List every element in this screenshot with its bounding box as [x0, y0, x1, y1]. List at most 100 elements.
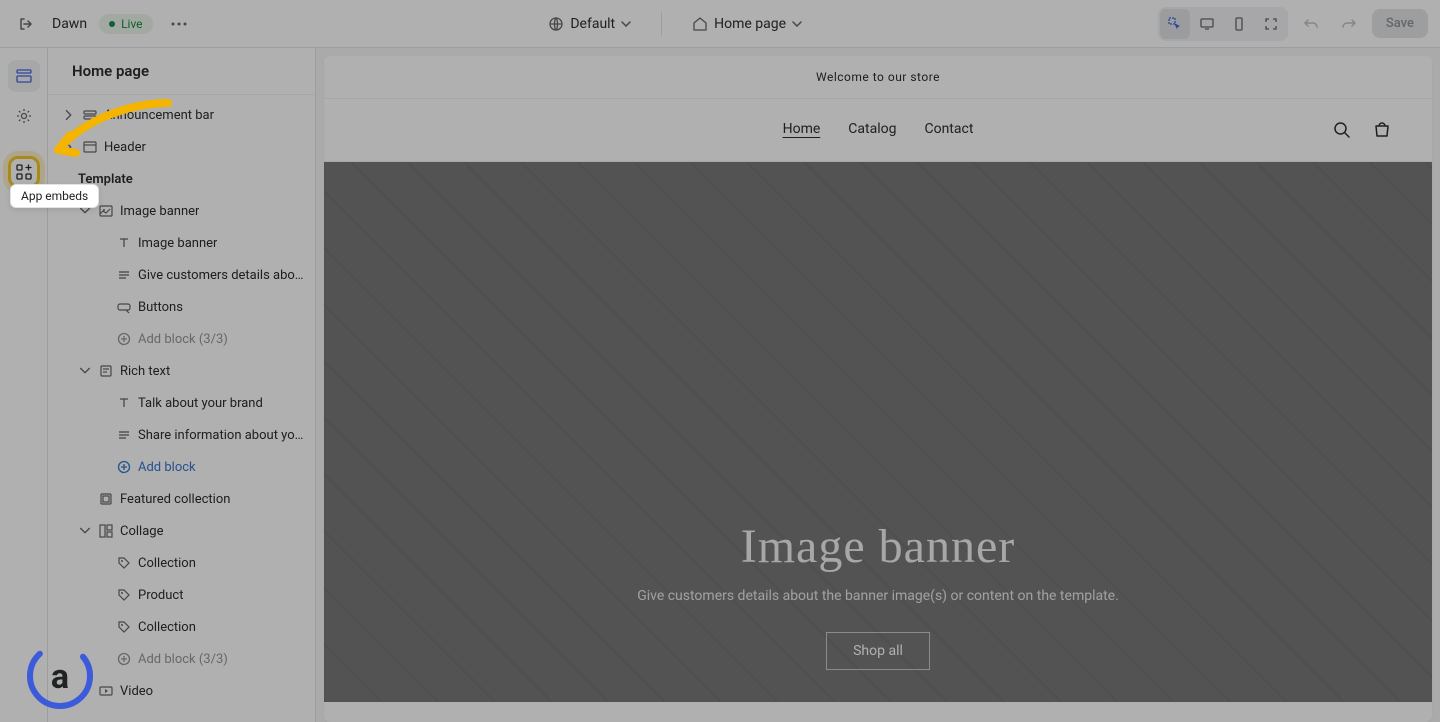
mobile-icon — [1231, 16, 1247, 32]
tag-icon — [116, 587, 132, 603]
button-icon — [116, 299, 132, 315]
add-icon — [116, 459, 132, 475]
tree-item-label: Add block (3/3) — [138, 652, 228, 667]
avatar-badge: a — [26, 642, 94, 710]
tree-item-13[interactable]: Collage — [48, 515, 315, 547]
video-icon — [98, 683, 114, 699]
tooltip-app-embeds: App embeds — [10, 184, 99, 208]
announcement-bar[interactable]: Welcome to our store — [324, 56, 1432, 99]
tree-item-0[interactable]: Announcement bar — [48, 99, 315, 131]
svg-text:a: a — [51, 657, 69, 697]
desktop-icon — [1199, 16, 1215, 32]
search-icon — [1332, 120, 1352, 140]
exit-icon — [18, 16, 34, 32]
tree-item-label: Collection — [138, 556, 196, 571]
locale-label: Default — [570, 16, 615, 32]
image-banner[interactable]: Image banner Give customers details abou… — [324, 162, 1432, 702]
left-rail — [0, 48, 48, 722]
nav-home-link[interactable]: Home — [783, 121, 821, 139]
tree-item-label: Add block (3/3) — [138, 332, 228, 347]
preview-pane: Welcome to our store Home Catalog Contac… — [324, 56, 1432, 722]
nav-catalog-link[interactable]: Catalog — [848, 121, 896, 139]
store-nav: Home Catalog Contact — [783, 121, 974, 139]
device-inspector-button[interactable] — [1160, 9, 1190, 39]
tree-item-15[interactable]: Product — [48, 579, 315, 611]
tree-item-6[interactable]: Buttons — [48, 291, 315, 323]
tree-item-label: Give customers details about the... — [138, 268, 307, 283]
topbar: Dawn Live Default Home page Sav — [0, 0, 1440, 48]
tree-item-label: Announcement bar — [104, 108, 214, 123]
inspector-icon — [1167, 16, 1183, 32]
banner-button[interactable]: Shop all — [826, 632, 930, 670]
live-label: Live — [121, 17, 142, 31]
banner-subtitle: Give customers details about the banner … — [637, 588, 1119, 604]
richtext-icon — [98, 363, 114, 379]
nav-contact-link[interactable]: Contact — [924, 121, 973, 139]
live-badge: Live — [99, 14, 152, 34]
cart-icon — [1372, 120, 1392, 140]
more-button[interactable] — [165, 10, 193, 38]
chevron-down-icon — [78, 364, 92, 378]
undo-button[interactable] — [1296, 9, 1326, 39]
tree-item-16[interactable]: Collection — [48, 611, 315, 643]
cart-button[interactable] — [1372, 120, 1392, 140]
header-icon — [82, 139, 98, 155]
fullscreen-icon — [1263, 16, 1279, 32]
chevron-right-icon — [62, 108, 76, 122]
tree-item-11[interactable]: Add block — [48, 451, 315, 483]
gear-icon — [15, 107, 33, 125]
tree-item-10[interactable]: Share information about your bra... — [48, 419, 315, 451]
tree-item-label: Header — [104, 140, 146, 155]
device-mobile-button[interactable] — [1224, 9, 1254, 39]
app-embeds-icon — [15, 163, 33, 181]
tree-item-label: Image banner — [120, 204, 199, 219]
globe-icon — [548, 16, 564, 32]
tree-item-label: Buttons — [138, 300, 183, 315]
tag-icon — [116, 555, 132, 571]
tree-item-4[interactable]: Image banner — [48, 227, 315, 259]
section-icon — [82, 107, 98, 123]
tree-item-label: Talk about your brand — [138, 396, 263, 411]
tag-icon — [116, 619, 132, 635]
tree-item-5[interactable]: Give customers details about the... — [48, 259, 315, 291]
chevron-down-icon — [621, 21, 631, 27]
desc-icon — [116, 427, 132, 443]
device-switcher — [1158, 7, 1288, 41]
device-desktop-button[interactable] — [1192, 9, 1222, 39]
device-fullscreen-button[interactable] — [1256, 9, 1286, 39]
sidebar: Home page Announcement barHeaderTemplate… — [48, 48, 316, 722]
tree-item-9[interactable]: Talk about your brand — [48, 387, 315, 419]
chevron-right-icon — [62, 140, 76, 154]
chevron-down-icon — [792, 21, 802, 27]
sidebar-title: Home page — [48, 48, 315, 95]
tree-item-label: Add block — [138, 460, 196, 475]
rail-settings-button[interactable] — [8, 100, 40, 132]
add-icon — [116, 331, 132, 347]
add-icon — [116, 651, 132, 667]
save-button[interactable]: Save — [1372, 9, 1428, 38]
tree-item-label: Video — [120, 684, 153, 699]
banner-title: Image banner — [741, 519, 1016, 574]
tree-item-1[interactable]: Header — [48, 131, 315, 163]
text-icon — [116, 395, 132, 411]
collage-icon — [98, 523, 114, 539]
locale-dropdown[interactable]: Default — [538, 10, 641, 38]
tree-item-label: Collage — [120, 524, 163, 539]
tree-item-label: Rich text — [120, 364, 170, 379]
rail-sections-button[interactable] — [8, 60, 40, 92]
dots-icon — [171, 22, 187, 26]
tree-item-14[interactable]: Collection — [48, 547, 315, 579]
text-icon — [116, 235, 132, 251]
redo-icon — [1341, 16, 1357, 32]
page-label: Home page — [714, 16, 786, 32]
tree-item-12[interactable]: Featured collection — [48, 483, 315, 515]
redo-button[interactable] — [1334, 9, 1364, 39]
tree-item-7: Add block (3/3) — [48, 323, 315, 355]
desc-icon — [116, 267, 132, 283]
search-button[interactable] — [1332, 120, 1352, 140]
live-dot-icon — [109, 21, 115, 27]
exit-editor-button[interactable] — [12, 10, 40, 38]
home-icon — [692, 16, 708, 32]
tree-item-8[interactable]: Rich text — [48, 355, 315, 387]
page-dropdown[interactable]: Home page — [682, 10, 812, 38]
